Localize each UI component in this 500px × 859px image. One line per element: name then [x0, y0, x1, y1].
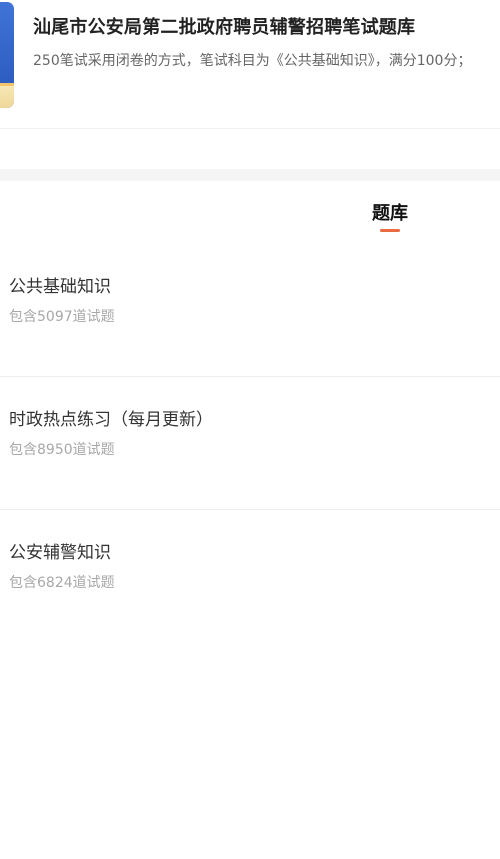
list-item-public-knowledge[interactable]: 公共基础知识 包含5097道试题 — [0, 244, 500, 377]
question-count: 包含8950道试题 — [9, 442, 115, 458]
exam-description: 250笔试采用闭卷的方式，笔试科目为《公共基础知识》，满分100分； — [33, 53, 472, 69]
exam-header: 汕尾市公安局第二批政府聘员辅警招聘笔试题库 250笔试采用闭卷的方式，笔试科目为… — [0, 0, 500, 128]
bank-name: 时政热点练习（每月更新） — [9, 410, 213, 430]
question-count: 包含5097道试题 — [9, 309, 115, 325]
book-cover-icon — [0, 2, 14, 108]
tab-question-bank[interactable]: 题库 — [340, 199, 440, 239]
question-count: 包含6824道试题 — [9, 575, 115, 591]
page-title: 汕尾市公安局第二批政府聘员辅警招聘笔试题库 — [33, 17, 416, 38]
question-bank-list: 公共基础知识 包含5097道试题 时政热点练习（每月更新） 包含8950道试题 … — [0, 244, 500, 643]
tab-label: 题库 — [372, 203, 408, 224]
bank-name: 公安辅警知识 — [9, 543, 111, 563]
section-separator — [0, 169, 500, 181]
bank-name: 公共基础知识 — [9, 277, 111, 297]
list-item-police-knowledge[interactable]: 公安辅警知识 包含6824道试题 — [0, 510, 500, 643]
tab-bar: 题库 — [0, 181, 500, 241]
header-divider — [0, 128, 500, 129]
list-item-current-affairs[interactable]: 时政热点练习（每月更新） 包含8950道试题 — [0, 377, 500, 510]
active-tab-indicator — [380, 229, 400, 232]
cover-band — [0, 86, 14, 108]
